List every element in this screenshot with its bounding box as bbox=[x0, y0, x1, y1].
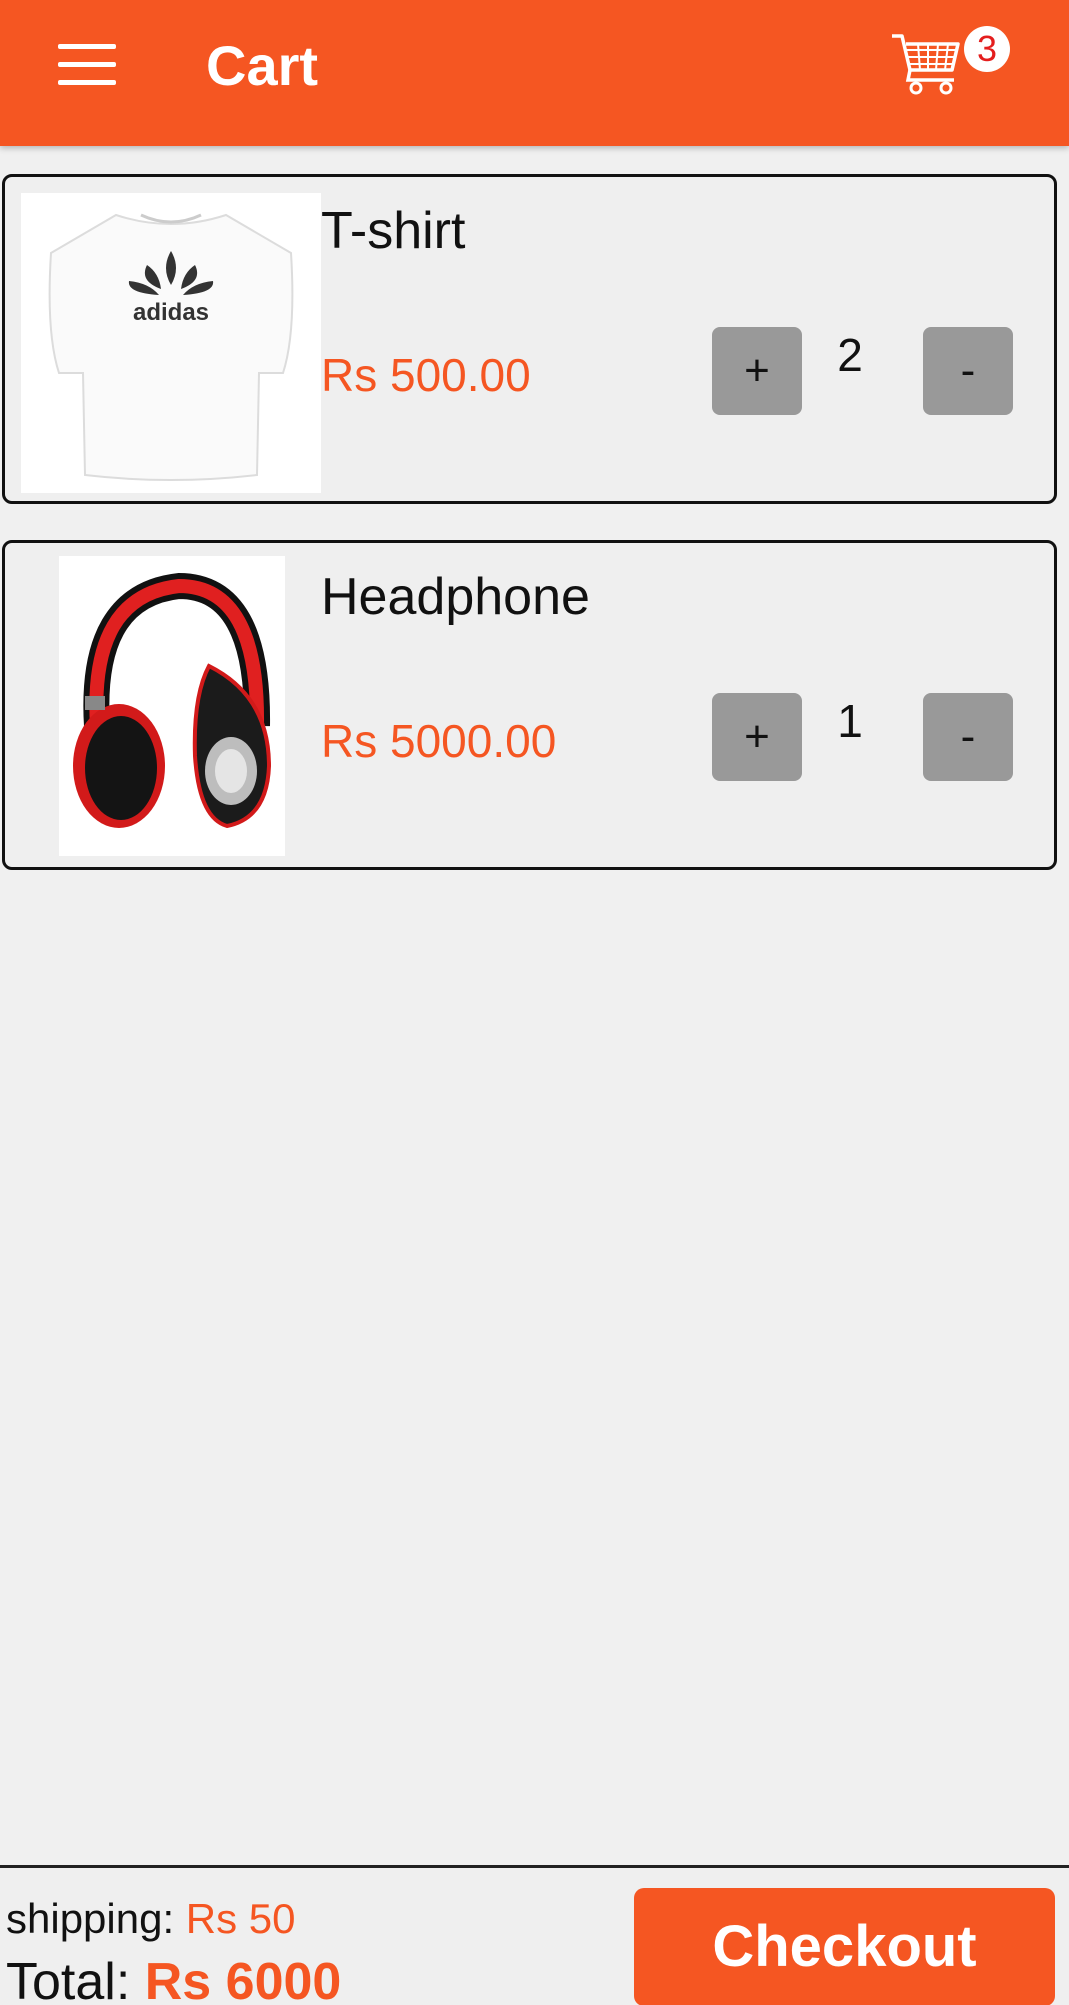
page-title: Cart bbox=[206, 34, 319, 97]
total-value: Rs 6000 bbox=[144, 1953, 342, 2005]
product-image-headphone bbox=[59, 556, 285, 856]
product-name: T-shirt bbox=[321, 202, 466, 260]
hamburger-menu-icon[interactable] bbox=[58, 44, 116, 86]
shipping-value: Rs 50 bbox=[185, 1895, 296, 1942]
product-image-tshirt: adidas bbox=[21, 193, 321, 493]
decrease-quantity-button[interactable]: - bbox=[923, 693, 1013, 781]
product-price: Rs 500.00 bbox=[321, 349, 531, 401]
decrease-quantity-button[interactable]: - bbox=[923, 327, 1013, 415]
checkout-bar: shipping: Rs 50 Total: Rs 6000 Checkout bbox=[0, 1865, 1069, 2005]
shopping-cart-icon[interactable] bbox=[890, 30, 962, 98]
quantity-value: 1 bbox=[837, 695, 863, 747]
menu-line bbox=[58, 44, 116, 49]
cart-item-card: Headphone Rs 5000.00 + 1 - bbox=[2, 540, 1057, 870]
cart-screen: Cart 3 adidas T-shirt Rs 500.00 + 2 - He… bbox=[0, 0, 1069, 2005]
menu-line bbox=[58, 80, 116, 85]
app-bar: Cart 3 bbox=[0, 0, 1069, 146]
cart-item-card: adidas T-shirt Rs 500.00 + 2 - bbox=[2, 174, 1057, 504]
increase-quantity-button[interactable]: + bbox=[712, 693, 802, 781]
headphone-image-icon bbox=[73, 572, 272, 829]
menu-line bbox=[58, 62, 116, 67]
tshirt-image-icon: adidas bbox=[48, 213, 294, 481]
brand-logo-text: adidas bbox=[133, 299, 209, 326]
checkout-button[interactable]: Checkout bbox=[634, 1888, 1055, 2005]
increase-quantity-button[interactable]: + bbox=[712, 327, 802, 415]
total-line: Total: Rs 6000 bbox=[6, 1952, 341, 2005]
product-price: Rs 5000.00 bbox=[321, 715, 557, 767]
total-label: Total: bbox=[6, 1953, 131, 2005]
shipping-line: shipping: Rs 50 bbox=[6, 1894, 296, 1944]
product-name: Headphone bbox=[321, 568, 590, 626]
cart-count-badge: 3 bbox=[964, 26, 1010, 72]
shipping-label: shipping: bbox=[6, 1895, 175, 1942]
quantity-value: 2 bbox=[837, 329, 863, 381]
